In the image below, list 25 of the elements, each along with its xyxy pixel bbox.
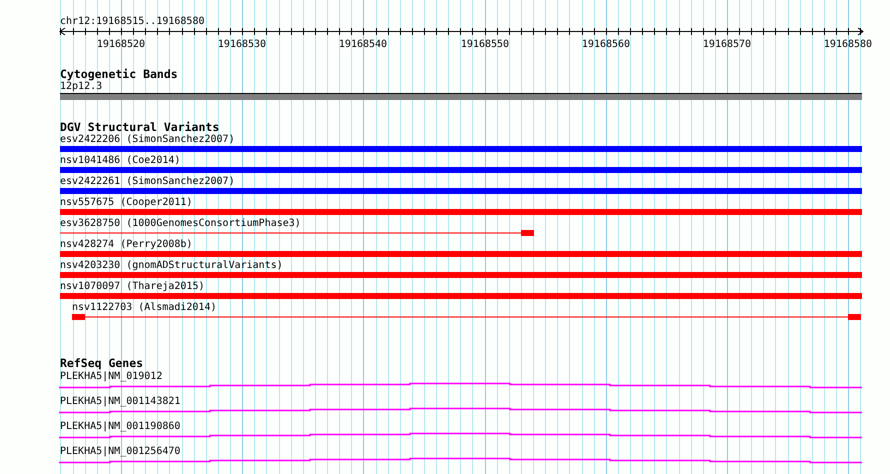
- ruler-label: 19168570: [702, 39, 752, 50]
- variant-label: esv2422206 (SimonSanchez2007): [60, 134, 235, 145]
- band-label: 12p12.3: [60, 81, 102, 92]
- ruler-label: 19168530: [218, 39, 266, 50]
- variant-label: esv2422261 (SimonSanchez2007): [60, 176, 235, 187]
- variant-label: nsv557675 (Cooper2011): [60, 197, 192, 208]
- gene-label: PLEKHA5|NM_001190860: [60, 421, 180, 432]
- ruler-label: 19168520: [96, 39, 146, 50]
- gene-label: PLEKHA5|NM_001256470: [60, 446, 180, 457]
- ruler-label: 19168550: [460, 39, 510, 50]
- track-title: Cytogenetic Bands: [60, 67, 178, 81]
- gene-label: PLEKHA5|NM_001143821: [60, 396, 180, 407]
- variant-label: nsv1122703 (Alsmadi2014): [72, 302, 216, 313]
- locus-label: chr12:19168515..19168580: [60, 16, 204, 27]
- track-title: DGV Structural Variants: [60, 120, 220, 134]
- variant-label: nsv4203230 (gnomADStructuralVariants): [60, 260, 283, 271]
- variant-label: esv3628750 (1000GenomesConsortiumPhase3): [60, 218, 301, 229]
- variant-label: nsv1070097 (Thareja2015): [60, 281, 204, 292]
- variant-label: nsv428274 (Perry2008b): [60, 239, 192, 250]
- variant-label: nsv1041486 (Coe2014): [60, 155, 180, 166]
- track-title: RefSeq Genes: [60, 356, 144, 370]
- ruler-label: 19168540: [338, 39, 388, 50]
- ruler-label: 19168580: [824, 39, 872, 50]
- gene-label: PLEKHA5|NM_019012: [60, 371, 162, 382]
- ruler-label: 19168560: [582, 39, 630, 50]
